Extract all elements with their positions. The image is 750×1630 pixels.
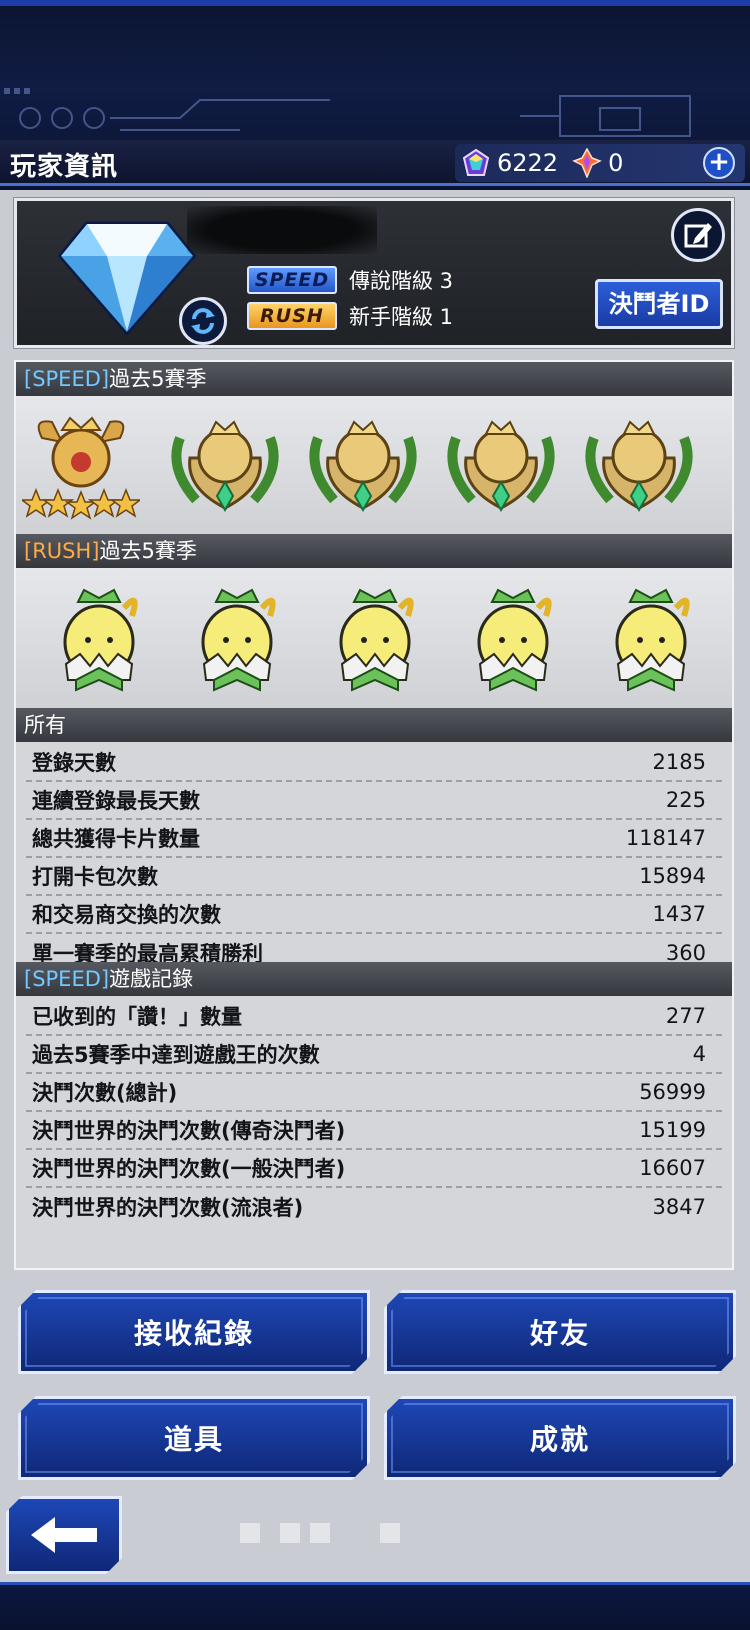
circuit-decoration xyxy=(4,88,691,137)
stat-value: 16607 xyxy=(639,1156,706,1180)
stat-value: 15199 xyxy=(639,1118,706,1142)
crystal-count: 0 xyxy=(608,149,624,177)
stat-label: 過去5賽季中達到遊戲王的次數 xyxy=(32,1043,320,1067)
rush-medal-row xyxy=(16,568,732,708)
stat-label: 登錄天數 xyxy=(32,751,116,775)
stat-label: 連續登錄最長天數 xyxy=(32,789,200,813)
items-button[interactable]: 道具 xyxy=(18,1396,370,1480)
stat-value: 225 xyxy=(665,788,706,812)
stat-label: 總共獲得卡片數量 xyxy=(32,827,200,851)
legend-medal-icon[interactable] xyxy=(304,408,422,520)
footer-decoration xyxy=(240,1523,400,1543)
stat-label: 決鬥世界的決鬥次數(一般決鬥者) xyxy=(32,1157,346,1181)
speed-record-tag: [SPEED] xyxy=(24,967,110,991)
stat-value: 118147 xyxy=(625,826,706,850)
rookie-egg-medal-icon[interactable] xyxy=(454,580,572,692)
friends-button[interactable]: 好友 xyxy=(384,1290,736,1374)
stat-label: 已收到的「讚！」數量 xyxy=(32,1005,242,1029)
legend-medal-icon[interactable] xyxy=(580,408,698,520)
rookie-egg-medal-icon[interactable] xyxy=(316,580,434,692)
speed-badge: SPEED xyxy=(247,266,337,294)
speed-rank-text: 傳說階級 3 xyxy=(349,269,454,293)
stat-row: 過去5賽季中達到遊戲王的次數 4 xyxy=(26,1036,722,1074)
rush-past-header: [RUSH]過去5賽季 xyxy=(16,534,732,568)
profile-panel: SPEED 傳說階級 3 RUSH 新手階級 1 決鬥者ID xyxy=(13,197,735,349)
rookie-egg-medal-icon[interactable] xyxy=(40,580,158,692)
stat-label: 和交易商交換的次數 xyxy=(32,903,221,927)
back-arrow-icon xyxy=(29,1515,99,1555)
stat-row: 總共獲得卡片數量 118147 xyxy=(26,820,722,858)
achievements-button[interactable]: 成就 xyxy=(384,1396,736,1480)
duelist-id-button[interactable]: 決鬥者ID xyxy=(595,279,723,329)
receive-log-button[interactable]: 接收紀錄 xyxy=(18,1290,370,1374)
rush-rank-row: RUSH 新手階級 1 xyxy=(247,301,453,331)
king-of-games-medal-icon[interactable] xyxy=(22,408,140,520)
crystal-icon xyxy=(572,148,602,178)
stat-row: 決鬥世界的決鬥次數(流浪者) 3847 xyxy=(26,1188,722,1226)
rush-badge: RUSH xyxy=(247,302,337,330)
legend-medal-icon[interactable] xyxy=(166,408,284,520)
speed-past-title: 過去5賽季 xyxy=(109,367,207,391)
speed-medal-row xyxy=(16,396,732,534)
speed-rank-row: SPEED 傳說階級 3 xyxy=(247,265,453,295)
edit-profile-button[interactable] xyxy=(671,208,725,262)
stat-value: 15894 xyxy=(639,864,706,888)
speed-stats-list: 已收到的「讚！」數量 277 過去5賽季中達到遊戲王的次數 4 決鬥次數(總計) 5699… xyxy=(16,998,732,1226)
add-currency-button[interactable]: + xyxy=(703,147,735,179)
speed-past-header: [SPEED]過去5賽季 xyxy=(16,362,732,396)
refresh-icon xyxy=(191,308,215,334)
stats-panel: [SPEED]過去5賽季 [RUSH]過去5賽季 所有 登錄天數 2185 連續… xyxy=(14,360,734,1270)
diamond-rank-icon xyxy=(57,221,197,336)
bottom-band xyxy=(0,1582,750,1630)
stat-label: 打開卡包次數 xyxy=(32,865,158,889)
stat-row: 已收到的「讚！」數量 277 xyxy=(26,998,722,1036)
stat-row: 決鬥次數(總計) 56999 xyxy=(26,1074,722,1112)
stat-row: 決鬥世界的決鬥次數(一般決鬥者) 16607 xyxy=(26,1150,722,1188)
rookie-egg-medal-icon[interactable] xyxy=(178,580,296,692)
speed-record-title: 遊戲記錄 xyxy=(109,967,194,991)
stat-label: 決鬥次數(總計) xyxy=(32,1081,178,1105)
stat-label: 決鬥世界的決鬥次數(傳奇決鬥者) xyxy=(32,1119,346,1143)
stat-value: 3847 xyxy=(652,1195,706,1219)
gem-icon xyxy=(462,148,490,176)
legend-medal-icon[interactable] xyxy=(442,408,560,520)
stat-value: 1437 xyxy=(652,902,706,926)
currency-display: 6222 0 + xyxy=(455,144,745,182)
rookie-egg-medal-icon[interactable] xyxy=(592,580,710,692)
redacted-username xyxy=(187,206,377,254)
all-header: 所有 xyxy=(16,708,732,742)
stat-value: 277 xyxy=(665,1004,706,1028)
back-button[interactable] xyxy=(6,1496,122,1574)
stat-value: 56999 xyxy=(639,1080,706,1104)
all-stats-list: 登錄天數 2185 連續登錄最長天數 225 總共獲得卡片數量 118147 打開卡包次數 1… xyxy=(16,744,732,972)
refresh-button[interactable] xyxy=(179,297,227,345)
speed-tag: [SPEED] xyxy=(24,367,110,391)
gem-count: 6222 xyxy=(497,149,559,177)
stat-row: 連續登錄最長天數 225 xyxy=(26,782,722,820)
stat-row: 打開卡包次數 15894 xyxy=(26,858,722,896)
all-title: 所有 xyxy=(24,713,66,737)
rush-tag: [RUSH] xyxy=(24,539,100,563)
stat-value: 4 xyxy=(692,1042,706,1066)
stat-label: 決鬥世界的決鬥次數(流浪者) xyxy=(32,1196,304,1220)
stat-row: 登錄天數 2185 xyxy=(26,744,722,782)
rush-past-title: 過去5賽季 xyxy=(99,539,197,563)
rush-rank-text: 新手階級 1 xyxy=(349,305,454,329)
stat-value: 2185 xyxy=(652,750,706,774)
edit-icon xyxy=(684,223,712,248)
page-title: 玩家資訊 xyxy=(10,152,119,182)
stat-row: 和交易商交換的次數 1437 xyxy=(26,896,722,934)
stat-row: 決鬥世界的決鬥次數(傳奇決鬥者) 15199 xyxy=(26,1112,722,1150)
speed-record-header: [SPEED]遊戲記錄 xyxy=(16,962,732,996)
